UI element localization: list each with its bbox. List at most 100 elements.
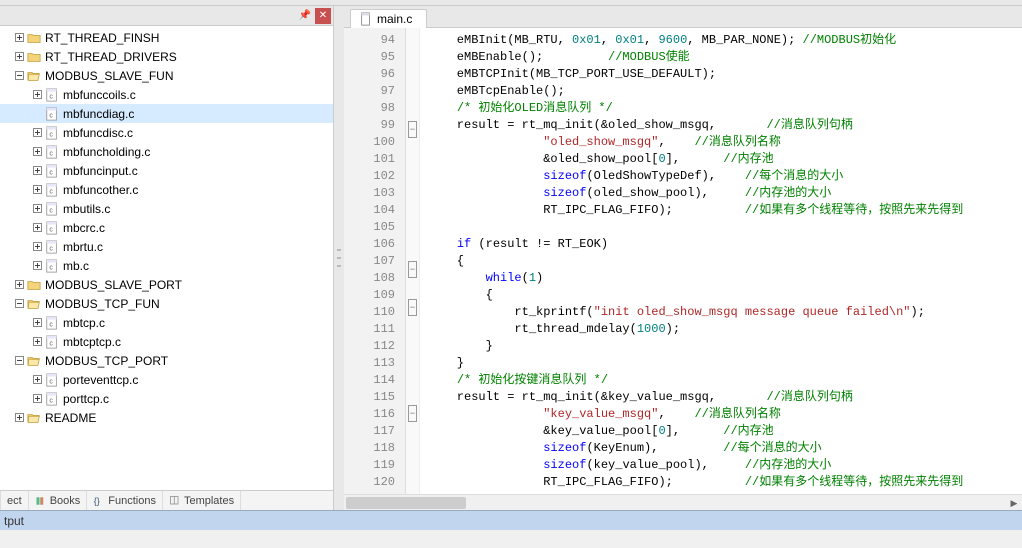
scroll-right-icon[interactable]: ▶ bbox=[1006, 495, 1022, 511]
code-line[interactable]: { bbox=[420, 253, 1022, 270]
fold-toggle-icon[interactable]: − bbox=[406, 405, 419, 422]
code-line[interactable]: } bbox=[420, 338, 1022, 355]
expand-icon[interactable] bbox=[30, 240, 44, 254]
tree-row[interactable]: RT_THREAD_FINSH bbox=[0, 28, 333, 47]
code-line[interactable]: RT_IPC_FLAG_FIFO); //如果有多个线程等待，按照先来先得到 bbox=[420, 202, 1022, 219]
line-number: 112 bbox=[344, 338, 405, 355]
tree-row[interactable]: cmbrtu.c bbox=[0, 237, 333, 256]
collapse-icon[interactable] bbox=[12, 297, 26, 311]
expand-icon[interactable] bbox=[12, 411, 26, 425]
tree-label: mbtcptcp.c bbox=[63, 335, 121, 349]
expand-icon[interactable] bbox=[12, 278, 26, 292]
fold-toggle-icon[interactable]: − bbox=[406, 261, 419, 278]
tree-row[interactable]: cmbfuncinput.c bbox=[0, 161, 333, 180]
fold-guide bbox=[406, 66, 419, 83]
file-c-icon: c bbox=[44, 221, 60, 235]
editor-horizontal-scrollbar[interactable]: ◀ ▶ bbox=[344, 494, 1022, 510]
code-line[interactable]: } bbox=[420, 355, 1022, 372]
fold-guide bbox=[406, 172, 419, 189]
tree-row[interactable]: MODBUS_TCP_FUN bbox=[0, 294, 333, 313]
project-tree[interactable]: RT_THREAD_FINSHRT_THREAD_DRIVERSMODBUS_S… bbox=[0, 26, 333, 490]
code-line[interactable]: sizeof(oled_show_pool), //内存池的大小 bbox=[420, 185, 1022, 202]
code-line[interactable]: eMBEnable(); //MODBUS使能 bbox=[420, 49, 1022, 66]
file-c-icon: c bbox=[44, 202, 60, 216]
fold-guide bbox=[406, 49, 419, 66]
vertical-splitter[interactable] bbox=[334, 6, 344, 510]
code-line[interactable]: /* 初始化按键消息队列 */ bbox=[420, 372, 1022, 389]
code-line[interactable]: result = rt_mq_init(&key_value_msgq, //消… bbox=[420, 389, 1022, 406]
tree-row[interactable]: cmbcrc.c bbox=[0, 218, 333, 237]
tab-templates[interactable]: Templates bbox=[163, 491, 241, 511]
scroll-thumb[interactable] bbox=[346, 497, 466, 509]
code-editor[interactable]: 9495969798991001011021031041051061071081… bbox=[344, 28, 1022, 494]
code-line[interactable]: &key_value_pool[0], //内存池 bbox=[420, 423, 1022, 440]
collapse-icon[interactable] bbox=[12, 354, 26, 368]
tab-functions[interactable]: {}Functions bbox=[87, 491, 163, 511]
code-line[interactable]: eMBTCPInit(MB_TCP_PORT_USE_DEFAULT); bbox=[420, 66, 1022, 83]
tree-row[interactable]: cmbfunccoils.c bbox=[0, 85, 333, 104]
expand-icon[interactable] bbox=[30, 88, 44, 102]
tree-row[interactable]: MODBUS_SLAVE_PORT bbox=[0, 275, 333, 294]
tree-row[interactable]: cmbfuncdisc.c bbox=[0, 123, 333, 142]
expand-icon[interactable] bbox=[12, 31, 26, 45]
tree-row[interactable]: cmbtcptcp.c bbox=[0, 332, 333, 351]
line-number: 96 bbox=[344, 66, 405, 83]
expand-icon[interactable] bbox=[30, 145, 44, 159]
tab-books[interactable]: Books bbox=[29, 491, 88, 511]
code-line[interactable]: sizeof(KeyEnum), //每个消息的大小 bbox=[420, 440, 1022, 457]
tree-row[interactable]: cmbutils.c bbox=[0, 199, 333, 218]
code-line[interactable]: "oled_show_msgq", //消息队列名称 bbox=[420, 134, 1022, 151]
code-line[interactable]: "key_value_msgq", //消息队列名称 bbox=[420, 406, 1022, 423]
tree-row[interactable]: README bbox=[0, 408, 333, 427]
code-line[interactable]: eMBInit(MB_RTU, 0x01, 0x01, 9600, MB_PAR… bbox=[420, 32, 1022, 49]
tree-row[interactable]: cmbfuncother.c bbox=[0, 180, 333, 199]
line-number: 108 bbox=[344, 270, 405, 287]
code-line[interactable]: eMBTcpEnable(); bbox=[420, 83, 1022, 100]
expand-icon[interactable] bbox=[30, 164, 44, 178]
code-line[interactable]: { bbox=[420, 287, 1022, 304]
editor-tab-label: main.c bbox=[377, 12, 412, 26]
code-line[interactable]: if (result != RT_EOK) bbox=[420, 236, 1022, 253]
code-line[interactable]: rt_thread_mdelay(1000); bbox=[420, 321, 1022, 338]
fold-guide bbox=[406, 223, 419, 240]
tree-row[interactable]: cmbfuncdiag.c bbox=[0, 104, 333, 123]
code-line[interactable]: RT_IPC_FLAG_FIFO); //如果有多个线程等待，按照先来先得到 bbox=[420, 474, 1022, 491]
tree-row[interactable]: MODBUS_TCP_PORT bbox=[0, 351, 333, 370]
collapse-icon[interactable] bbox=[12, 69, 26, 83]
expand-icon[interactable] bbox=[30, 183, 44, 197]
code-content[interactable]: eMBInit(MB_RTU, 0x01, 0x01, 9600, MB_PAR… bbox=[420, 28, 1022, 494]
expand-icon[interactable] bbox=[30, 335, 44, 349]
tree-row[interactable]: MODBUS_SLAVE_FUN bbox=[0, 66, 333, 85]
code-line[interactable] bbox=[420, 219, 1022, 236]
expand-icon[interactable] bbox=[30, 373, 44, 387]
code-line[interactable]: result = rt_mq_init(&oled_show_msgq, //消… bbox=[420, 117, 1022, 134]
tree-row[interactable]: cporttcp.c bbox=[0, 389, 333, 408]
expand-icon[interactable] bbox=[30, 259, 44, 273]
code-line[interactable]: rt_kprintf("init oled_show_msgq message … bbox=[420, 304, 1022, 321]
code-line[interactable]: /* 初始化OLED消息队列 */ bbox=[420, 100, 1022, 117]
editor-tab-main-c[interactable]: main.c bbox=[350, 9, 427, 28]
expand-icon[interactable] bbox=[30, 202, 44, 216]
tab-project[interactable]: ect bbox=[0, 491, 29, 511]
fold-toggle-icon[interactable]: − bbox=[406, 299, 419, 316]
code-line[interactable]: while(1) bbox=[420, 270, 1022, 287]
code-line[interactable]: sizeof(key_value_pool), //内存池的大小 bbox=[420, 457, 1022, 474]
expand-icon[interactable] bbox=[30, 126, 44, 140]
expand-icon[interactable] bbox=[30, 316, 44, 330]
fold-toggle-icon[interactable]: − bbox=[406, 121, 419, 138]
code-line[interactable]: sizeof(OledShowTypeDef), //每个消息的大小 bbox=[420, 168, 1022, 185]
fold-column[interactable]: − − − − bbox=[406, 28, 420, 494]
tree-row[interactable]: RT_THREAD_DRIVERS bbox=[0, 47, 333, 66]
code-line[interactable]: &oled_show_pool[0], //内存池 bbox=[420, 151, 1022, 168]
expand-icon[interactable] bbox=[30, 392, 44, 406]
expand-icon[interactable] bbox=[30, 221, 44, 235]
pin-icon[interactable]: 📌 bbox=[297, 8, 313, 24]
close-icon[interactable]: ✕ bbox=[315, 8, 331, 24]
tree-row[interactable]: cmb.c bbox=[0, 256, 333, 275]
tree-row[interactable]: cmbfuncholding.c bbox=[0, 142, 333, 161]
panel-tabs: ect Books {}Functions Templates bbox=[0, 490, 333, 510]
tree-row[interactable]: cmbtcp.c bbox=[0, 313, 333, 332]
expand-icon[interactable] bbox=[12, 50, 26, 64]
output-panel-tab[interactable]: tput bbox=[0, 510, 1022, 530]
tree-row[interactable]: cporteventtcp.c bbox=[0, 370, 333, 389]
